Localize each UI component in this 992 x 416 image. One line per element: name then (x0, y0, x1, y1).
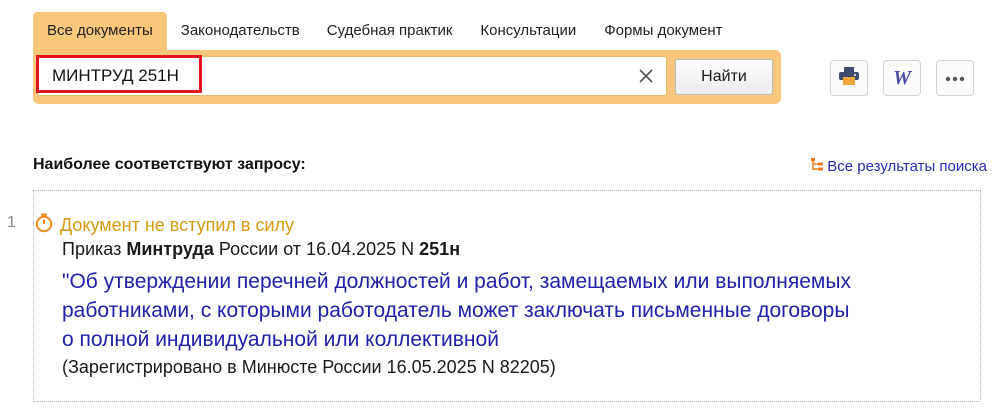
search-input[interactable] (52, 57, 632, 95)
document-title-link[interactable]: "Об утверждении перечней должностей и ра… (62, 267, 862, 354)
printer-icon (838, 66, 860, 91)
all-results-label: Все результаты поиска (827, 158, 987, 175)
print-button[interactable] (830, 60, 868, 96)
search-tabs: Все документы Законодательств Судебная п… (33, 12, 737, 50)
registration-note: (Зарегистрировано в Минюсте России 16.05… (62, 357, 556, 377)
meta-org: Минтруда (126, 239, 214, 259)
tree-list-icon (810, 157, 827, 176)
status-text: Документ не вступил в силу (60, 215, 295, 235)
meta-prefix: Приказ (62, 239, 127, 259)
more-dots-icon (945, 69, 965, 87)
find-button[interactable]: Найти (675, 59, 773, 95)
word-export-icon: W (893, 66, 911, 89)
meta-number: 251н (419, 239, 461, 259)
search-panel: Найти (33, 50, 781, 104)
document-status: Документ не вступил в силу (34, 213, 294, 238)
result-card: Документ не вступил в силу Приказ Минтру… (33, 190, 981, 402)
export-word-button[interactable]: W (883, 60, 921, 96)
results-heading: Наиболее соответствуют запросу: (33, 156, 306, 173)
document-meta: Приказ Минтруда России от 16.04.2025 N 2… (62, 239, 460, 260)
meta-date: России от 16.04.2025 N (213, 239, 420, 259)
tab-consultations[interactable]: Консультации (466, 12, 590, 50)
stopwatch-icon (34, 213, 54, 238)
result-number: 1 (7, 214, 16, 231)
close-icon[interactable] (636, 66, 656, 86)
tab-document-forms[interactable]: Формы документ (590, 12, 736, 50)
more-button[interactable] (936, 60, 974, 96)
search-box (36, 55, 667, 96)
tab-legislation[interactable]: Законодательств (167, 12, 305, 50)
tab-court-practice[interactable]: Судебная практик (305, 12, 467, 50)
tab-all-documents[interactable]: Все документы (33, 12, 167, 50)
all-results-link[interactable]: Все результаты поиска (810, 157, 987, 176)
